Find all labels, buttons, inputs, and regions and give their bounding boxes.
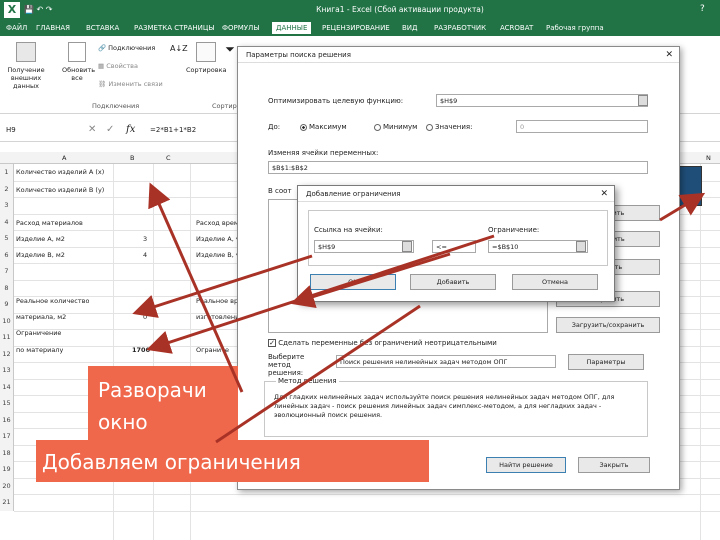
- arrow-to-ok: [290, 252, 451, 309]
- arrow-to-add-button: [659, 192, 706, 222]
- annotation-arrows: [132, 182, 706, 444]
- arrow-from-caption: [215, 304, 421, 444]
- arrow-to-a2: [148, 182, 244, 393]
